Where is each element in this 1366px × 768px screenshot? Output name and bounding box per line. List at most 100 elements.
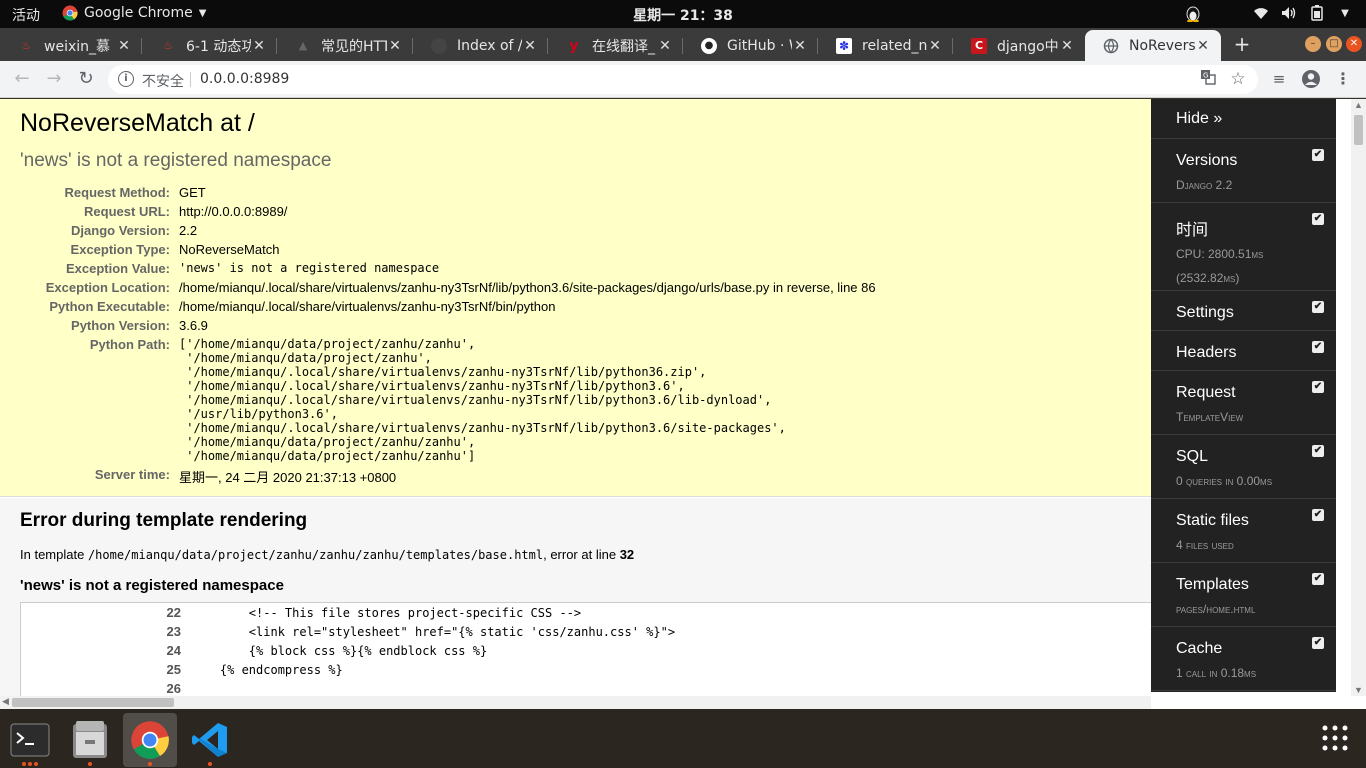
translate-icon[interactable]: G [1198, 69, 1218, 89]
security-indicator[interactable]: 不安全 [142, 71, 184, 91]
meta-value: /home/mianqu/.local/share/virtualenvs/za… [179, 299, 556, 314]
dock-chrome[interactable] [123, 713, 177, 767]
vertical-scroll-thumb[interactable] [1354, 115, 1363, 145]
scroll-left-arrow[interactable]: ◀ [2, 696, 9, 707]
close-icon[interactable]: ✕ [251, 38, 267, 54]
tab-title: related_na [862, 37, 927, 54]
tab-title: GitHub · W [727, 37, 792, 54]
panel-checkbox[interactable]: ✔ [1312, 445, 1324, 457]
panel-checkbox[interactable]: ✔ [1312, 509, 1324, 521]
meta-value: 2.2 [179, 223, 198, 238]
panel-checkbox[interactable]: ✔ [1312, 149, 1324, 161]
svg-text:G: G [1203, 72, 1208, 80]
bookmark-star-icon[interactable]: ☆ [1228, 69, 1248, 89]
url-text[interactable]: 0.0.0.0:8989 [200, 71, 289, 87]
horizontal-scroll-thumb[interactable] [12, 698, 174, 707]
wifi-icon[interactable] [1252, 4, 1270, 22]
debug-panel-templates[interactable]: Templates pages/home.html ✔ [1151, 563, 1336, 627]
more-menu-icon[interactable]: ⋮ [1333, 69, 1353, 89]
close-window-button[interactable]: ✕ [1346, 36, 1362, 52]
vertical-scrollbar[interactable]: ▲ ▼ [1351, 99, 1366, 696]
line-code: {% endcompress %} [191, 662, 343, 677]
close-icon[interactable]: ✕ [792, 38, 808, 54]
debug-panel-time[interactable]: 时间 CPU: 2800.51ms (2532.82ms) ✔ [1151, 203, 1336, 291]
chrome-icon [131, 721, 169, 759]
close-icon[interactable]: ✕ [522, 38, 538, 54]
debug-toolbar-hide-button[interactable]: Hide » [1151, 99, 1336, 139]
tux-icon[interactable] [1184, 4, 1202, 22]
dock-files[interactable] [63, 713, 117, 767]
github-icon: ● [701, 37, 717, 54]
tab-weixin[interactable]: ♨ weixin_慕 ✕ [0, 30, 142, 61]
csdn-flame-icon: ♨ [21, 39, 31, 52]
maximize-button[interactable]: □ [1326, 36, 1342, 52]
tab-github[interactable]: ● GitHub · W ✕ [683, 30, 818, 61]
template-error-info: In template /home/mianqu/data/project/za… [20, 547, 634, 562]
running-dot [88, 762, 92, 766]
battery-icon[interactable] [1308, 4, 1326, 22]
horizontal-scrollbar[interactable]: ◀ [0, 696, 1151, 709]
caret-down-icon[interactable]: ▼ [1336, 4, 1354, 22]
close-icon[interactable]: ✕ [927, 38, 943, 54]
panel-checkbox[interactable]: ✔ [1312, 573, 1324, 585]
meta-row-python-path: Python Path: ['/home/mianqu/data/project… [0, 335, 1151, 463]
tab-noreverse[interactable]: NoReverse ✕ [1085, 30, 1221, 61]
tab-index[interactable]: Index of /A ✕ [413, 30, 548, 61]
app-menu-label: Google Chrome [84, 5, 193, 21]
panel-checkbox[interactable]: ✔ [1312, 637, 1324, 649]
forward-button[interactable]: → [43, 68, 65, 90]
debug-panel-request[interactable]: Request TemplateView ✔ [1151, 371, 1336, 435]
info-icon[interactable]: i [118, 71, 134, 87]
meta-key: Python Version: [71, 318, 170, 333]
tab-dynamic[interactable]: ♨ 6-1 动态功 ✕ [142, 30, 277, 61]
panel-checkbox[interactable]: ✔ [1312, 341, 1324, 353]
panel-checkbox[interactable]: ✔ [1312, 213, 1324, 225]
csdn-flame-icon: ♨ [163, 39, 173, 52]
dock-terminal[interactable] [3, 713, 57, 767]
panel-subtitle: 4 files used [1176, 538, 1234, 552]
debug-panel-sql[interactable]: SQL 0 queries in 0.00ms ✔ [1151, 435, 1336, 499]
close-icon[interactable]: ✕ [116, 38, 132, 54]
panel-subtitle: pages/home.html [1176, 602, 1256, 616]
close-icon[interactable]: ✕ [1195, 38, 1211, 54]
address-bar[interactable]: i 不安全 0.0.0.0:8989 G ☆ [108, 65, 1258, 94]
show-applications-icon[interactable] [1320, 723, 1352, 755]
source-line: 23 <link rel="stylesheet" href="{% stati… [21, 622, 1151, 641]
back-button[interactable]: ← [11, 68, 33, 90]
panel-checkbox[interactable]: ✔ [1312, 301, 1324, 313]
tab-http[interactable]: ▲ 常见的HTT ✕ [277, 30, 413, 61]
clock[interactable]: 星期一 21：38 [633, 8, 733, 24]
close-icon[interactable]: ✕ [657, 38, 673, 54]
app-menu[interactable]: Google Chrome ▼ [62, 5, 206, 21]
minimize-button[interactable]: – [1305, 36, 1321, 52]
debug-panel-versions[interactable]: Versions Django 2.2 ✔ [1151, 139, 1336, 203]
dock-vscode[interactable] [183, 713, 237, 767]
meta-row: Exception Type: NoReverseMatch [0, 240, 1151, 259]
meta-key: Request Method: [64, 185, 170, 200]
meta-value: GET [179, 185, 206, 200]
close-icon[interactable]: ✕ [1059, 38, 1075, 54]
debug-panel-static-files[interactable]: Static files 4 files used ✔ [1151, 499, 1336, 563]
panel-checkbox[interactable]: ✔ [1312, 381, 1324, 393]
media-queue-icon[interactable]: ≡ [1269, 69, 1289, 89]
meta-value: http://0.0.0.0:8989/ [179, 204, 288, 219]
tab-translate[interactable]: y 在线翻译_ ✕ [548, 30, 683, 61]
close-icon[interactable]: ✕ [387, 38, 403, 54]
debug-panel-headers[interactable]: Headers ✔ [1151, 331, 1336, 371]
tab-django[interactable]: C django中r ✕ [953, 30, 1085, 61]
scroll-up-arrow[interactable]: ▲ [1354, 100, 1363, 110]
volume-icon[interactable] [1280, 4, 1298, 22]
profile-avatar-icon[interactable] [1301, 69, 1321, 89]
debug-panel-settings[interactable]: Settings ✔ [1151, 291, 1336, 331]
system-tray[interactable]: ▼ [1184, 4, 1354, 22]
reload-button[interactable]: ↻ [75, 68, 97, 90]
running-dot [22, 762, 26, 766]
debug-panel-cache[interactable]: Cache 1 call in 0.18ms ✔ [1151, 627, 1336, 691]
activities-button[interactable]: 活动 [12, 5, 40, 25]
panel-subtitle: TemplateView [1176, 410, 1244, 424]
tab-related[interactable]: ✽ related_na ✕ [818, 30, 953, 61]
site-icon: ▲ [298, 39, 308, 52]
new-tab-button[interactable]: + [1231, 34, 1253, 56]
scroll-down-arrow[interactable]: ▼ [1354, 685, 1363, 695]
source-line: 24 {% block css %}{% endblock css %} [21, 641, 1151, 660]
